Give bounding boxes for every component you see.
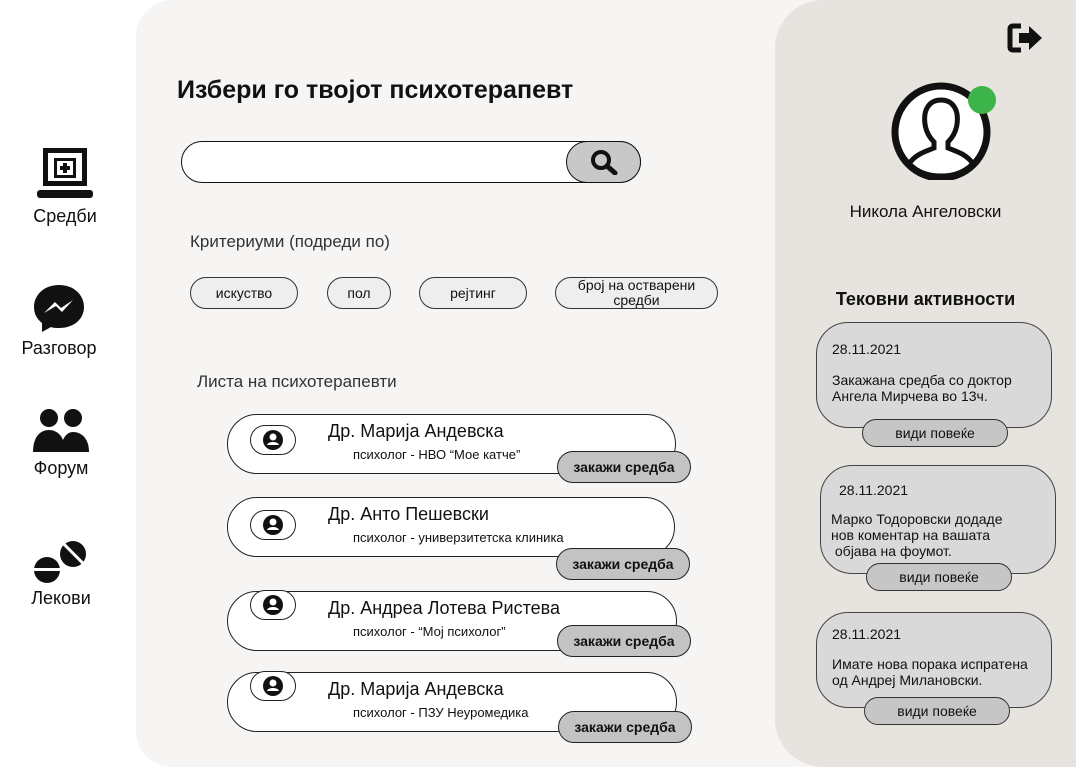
laptop-medical-icon: [37, 148, 93, 198]
see-more-button[interactable]: види повеќе: [864, 697, 1010, 725]
activity-card: 28.11.2021 Марко Тодоровски додаде нов к…: [820, 465, 1056, 574]
book-session-button[interactable]: закажи средба: [558, 711, 692, 743]
nav-item-sessions[interactable]: Средби: [10, 146, 120, 227]
therapist-subtitle: психолог - “Мој психолог”: [353, 624, 506, 639]
see-more-button[interactable]: види повеќе: [866, 563, 1012, 591]
activities-title: Тековни активности: [835, 289, 1016, 309]
see-more-button[interactable]: види повеќе: [862, 419, 1008, 447]
logout-button[interactable]: [1007, 22, 1045, 59]
nav-item-forum[interactable]: Форум: [6, 408, 116, 479]
avatar: [250, 671, 296, 701]
sort-chip-experience[interactable]: искуство: [190, 277, 298, 309]
nav-label-forum: Форум: [33, 458, 89, 478]
activity-text: Имате нова порака испратена од Андреј Ми…: [832, 656, 1028, 688]
messenger-icon: [34, 285, 84, 332]
sort-chip-sessions-count[interactable]: број на остварени средби: [555, 277, 718, 309]
user-circle-icon: [263, 430, 283, 450]
user-circle-icon: [263, 595, 283, 615]
online-status-dot: [968, 86, 996, 114]
activity-date: 28.11.2021: [839, 482, 909, 498]
sort-chip-rating[interactable]: рејтинг: [419, 277, 527, 309]
therapist-name: Др. Марија Андевска: [328, 679, 504, 699]
user-circle-icon: [263, 676, 283, 696]
avatar: [250, 590, 296, 620]
nav-item-meds[interactable]: Лекови: [6, 540, 116, 609]
users-icon: [33, 409, 89, 452]
avatar: [250, 425, 296, 455]
activity-card: 28.11.2021 Закажана средба со доктор Анг…: [816, 322, 1052, 428]
activity-text: Марко Тодоровски додаде нов коментар на …: [831, 511, 1003, 559]
therapist-subtitle: психолог - ПЗУ Неуромедика: [353, 705, 529, 720]
therapist-subtitle: психолог - универзитетска клиника: [353, 530, 564, 545]
activity-text: Закажана средба со доктор Ангела Мирчева…: [832, 372, 1012, 404]
book-session-button[interactable]: закажи средба: [557, 451, 691, 483]
nav-item-chat[interactable]: Разговор: [4, 282, 114, 359]
book-session-button[interactable]: закажи средба: [556, 548, 690, 580]
criteria-label: Критериуми (подреди по): [190, 232, 390, 251]
avatar: [250, 510, 296, 540]
page-title: Избери го твојот психотерапевт: [177, 76, 574, 104]
activity-date: 28.11.2021: [832, 341, 902, 357]
search-bar: [181, 141, 641, 183]
therapist-name: Др. Андреа Лотева Ристева: [328, 598, 561, 618]
nav-label-meds: Лекови: [31, 588, 91, 608]
nav-label-sessions: Средби: [33, 206, 97, 226]
sign-out-icon: [1007, 23, 1042, 53]
nav-label-chat: Разговор: [21, 338, 97, 358]
pills-icon: [33, 541, 86, 583]
search-button[interactable]: [566, 141, 641, 183]
therapist-name: Др. Марија Андевска: [328, 421, 504, 441]
activity-date: 28.11.2021: [832, 626, 902, 642]
search-icon: [590, 150, 617, 175]
sort-chip-gender[interactable]: пол: [327, 277, 391, 309]
book-session-button[interactable]: закажи средба: [557, 625, 691, 657]
therapist-subtitle: психолог - НВО “Мое катче”: [353, 447, 521, 462]
profile-name: Никола Ангеловски: [849, 202, 1002, 221]
activity-card: 28.11.2021 Имате нова порака испратена о…: [816, 612, 1052, 708]
therapist-name: Др. Анто Пешевски: [328, 504, 489, 524]
user-circle-icon: [263, 515, 283, 535]
search-input[interactable]: [196, 150, 560, 176]
therapist-list-label: Листа на психотерапевти: [197, 372, 397, 391]
